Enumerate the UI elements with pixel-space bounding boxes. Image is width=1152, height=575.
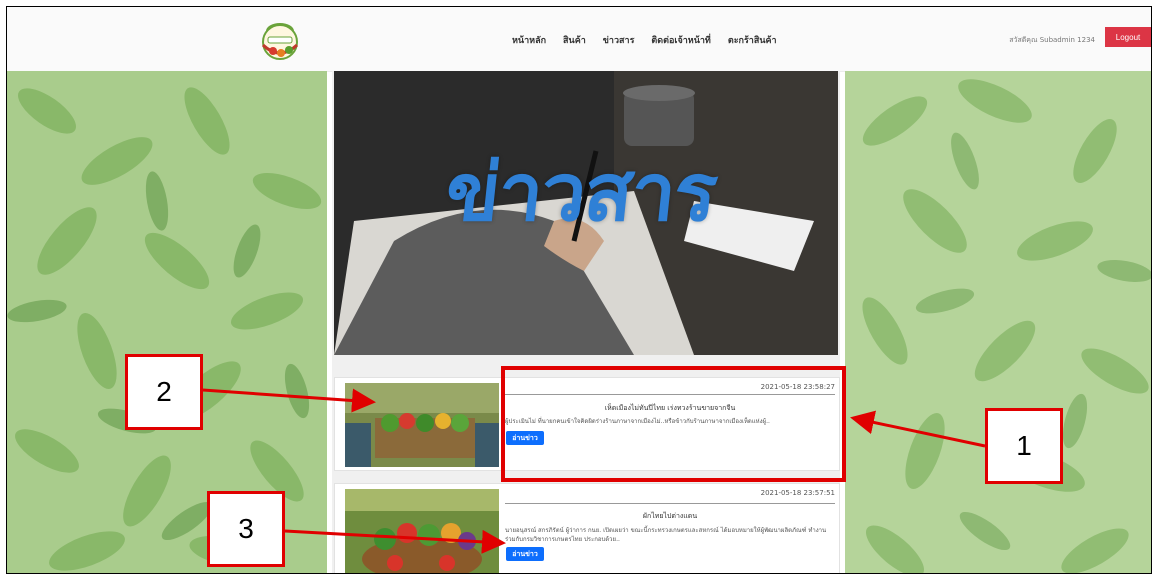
annotation-callout-2: 2 [125, 354, 203, 430]
news-date: 2021-05-18 23:57:51 [760, 489, 835, 497]
nav-cart[interactable]: ตะกร้าสินค้า [728, 33, 777, 47]
news-thumbnail[interactable] [345, 489, 499, 573]
news-card: 2021-05-18 23:57:51 ผักไทยไปต่างแดน นายอ… [334, 483, 840, 573]
browser-frame: หน้าหลัก สินค้า ข่าวสาร ติดต่อเจ้าหน้าที… [6, 6, 1152, 574]
annotation-highlight-box [501, 366, 846, 482]
news-hero-banner: ข่าวสาร [334, 71, 838, 355]
navbar: หน้าหลัก สินค้า ข่าวสาร ติดต่อเจ้าหน้าที… [7, 7, 1151, 72]
logout-button[interactable]: Logout [1105, 27, 1151, 47]
nav-news[interactable]: ข่าวสาร [603, 33, 635, 47]
news-content: ข่าวสาร 2021-05-18 23:58:27 เห็ดเมืองไม่… [332, 71, 840, 573]
nav-contact[interactable]: ติดต่อเจ้าหน้าที่ [651, 33, 710, 47]
news-excerpt: นายอนุสรณ์ สกรภิรัตน์ ผู้ว่าการ กนย. เปิ… [505, 527, 827, 543]
read-news-button[interactable]: อ่านข่าว [506, 547, 544, 561]
hero-title: ข่าวสาร [441, 146, 721, 239]
divider [505, 503, 835, 504]
news-title: ผักไทยไปต่างแดน [642, 512, 698, 520]
user-greeting: สวัสดีคุณ Subadmin 1234 [1009, 36, 1095, 44]
nav-products[interactable]: สินค้า [563, 33, 586, 47]
news-thumbnail[interactable] [345, 383, 499, 467]
main-nav: หน้าหลัก สินค้า ข่าวสาร ติดต่อเจ้าหน้าที… [512, 33, 777, 47]
shop-logo[interactable] [254, 17, 306, 63]
annotation-callout-1: 1 [985, 408, 1063, 484]
nav-home[interactable]: หน้าหลัก [512, 33, 546, 47]
annotation-callout-3: 3 [207, 491, 285, 567]
leaf-background-right [845, 71, 1151, 573]
